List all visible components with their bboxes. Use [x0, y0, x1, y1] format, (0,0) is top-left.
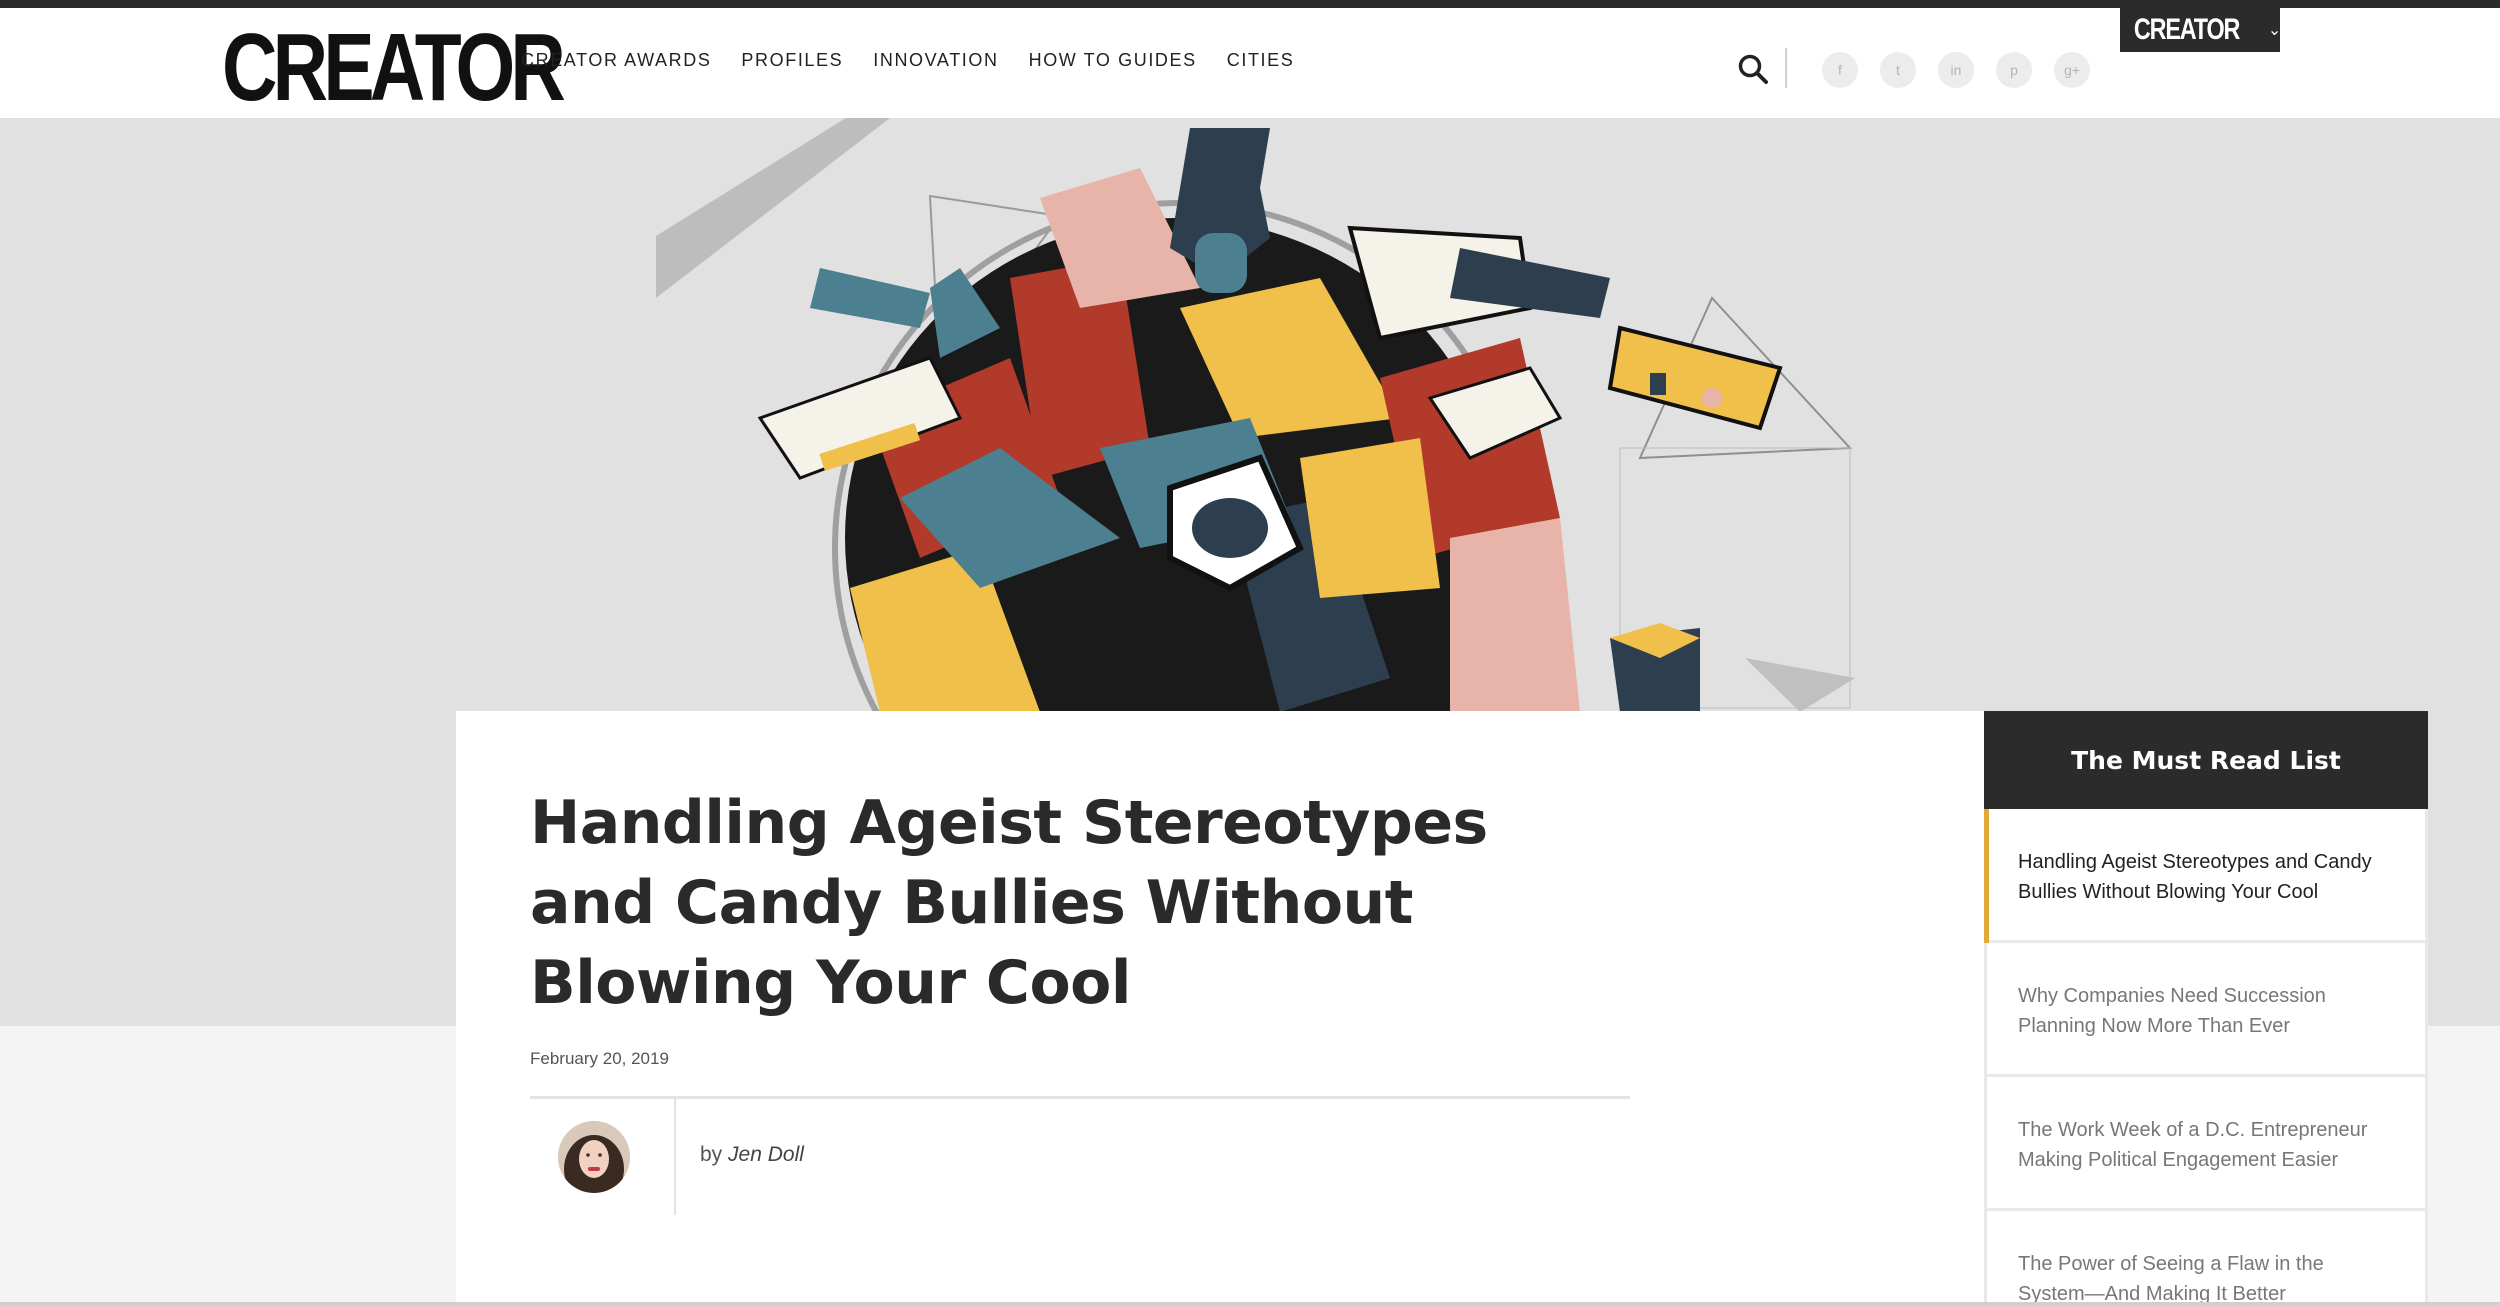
byline: by Jen Doll	[700, 1143, 804, 1167]
brand-dropdown[interactable]: CREATOR ⌄	[2120, 8, 2282, 52]
must-read-item[interactable]: The Work Week of a D.C. Entrepreneur Mak…	[1984, 1077, 2428, 1211]
nav-separator	[1785, 48, 1787, 88]
article-divider	[530, 1096, 1630, 1099]
must-read-item[interactable]: Handling Ageist Stereotypes and Candy Bu…	[1984, 809, 2428, 943]
nav-innovation[interactable]: INNOVATION	[873, 50, 998, 71]
linkedin-icon[interactable]: in	[1938, 52, 1974, 88]
author-link[interactable]: Jen Doll	[728, 1143, 804, 1166]
search-icon[interactable]	[1736, 52, 1770, 86]
byline-separator	[674, 1099, 676, 1215]
social-links: f t in p g+	[1822, 52, 2090, 88]
byline-prefix: by	[700, 1143, 723, 1166]
brand-dropdown-label: CREATOR	[2133, 13, 2241, 46]
facebook-icon[interactable]: f	[1822, 52, 1858, 88]
chevron-down-icon: ⌄	[2267, 22, 2282, 39]
must-read-item[interactable]: The Power of Seeing a Flaw in the System…	[1984, 1211, 2428, 1305]
must-read-sidebar: The Must Read List Handling Ageist Stere…	[1984, 711, 2428, 1305]
author-avatar[interactable]	[558, 1121, 630, 1193]
article-date: February 20, 2019	[530, 1049, 669, 1068]
top-strip	[0, 0, 2500, 8]
google-plus-icon[interactable]: g+	[2054, 52, 2090, 88]
pinterest-icon[interactable]: p	[1996, 52, 2032, 88]
main-nav: CREATOR AWARDS PROFILES INNOVATION HOW T…	[521, 50, 1294, 71]
site-logo[interactable]: CREATOR	[222, 20, 566, 116]
nav-cities[interactable]: CITIES	[1227, 50, 1295, 71]
must-read-item[interactable]: Why Companies Need Succession Planning N…	[1984, 943, 2428, 1077]
article-title: Handling Ageist Stereotypes and Candy Bu…	[530, 788, 1488, 1018]
twitter-icon[interactable]: t	[1880, 52, 1916, 88]
nav-how-to-guides[interactable]: HOW TO GUIDES	[1029, 50, 1197, 71]
nav-creator-awards[interactable]: CREATOR AWARDS	[521, 50, 711, 71]
must-read-heading: The Must Read List	[1984, 711, 2428, 809]
nav-profiles[interactable]: PROFILES	[741, 50, 843, 71]
article-card: Handling Ageist Stereotypes and Candy Bu…	[456, 711, 1984, 1305]
